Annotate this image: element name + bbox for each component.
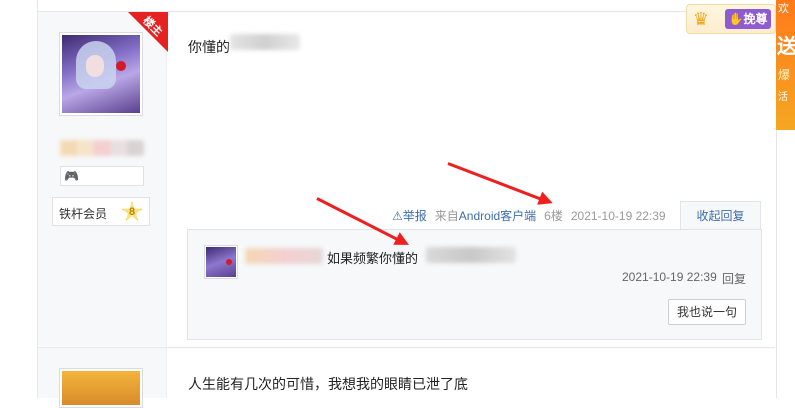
level-title: 铁杆会员 <box>59 207 108 221</box>
collapse-replies-button[interactable]: 收起回复 <box>680 201 761 230</box>
side-ad-banner[interactable]: 欢 送 爆 活 <box>776 0 795 130</box>
author-badge-box[interactable]: 🎮 <box>60 166 144 186</box>
post-content-2: 人生能有几次的可惜，我想我的眼睛已泄了底 <box>188 376 468 392</box>
source-client-link[interactable]: Android客户端 <box>459 209 536 223</box>
warning-icon: ⚠ <box>392 209 403 223</box>
vote-button[interactable]: ✋挽尊 <box>725 9 771 29</box>
sub-reply-text-blurred <box>426 247 516 263</box>
hand-icon: ✋ <box>728 12 744 26</box>
crown-icon: ♛ <box>692 9 710 29</box>
say-something-button[interactable]: 我也说一句 <box>668 299 746 325</box>
support-widget: ♛ ✋挽尊 <box>686 4 776 34</box>
post-source: 来自Android客户端 <box>434 209 537 223</box>
sub-reply-username-blurred[interactable] <box>245 248 323 264</box>
post-content-blurred <box>230 34 300 50</box>
author-name-blurred[interactable] <box>60 140 144 156</box>
member-level[interactable]: 铁杆会员 8 <box>52 197 150 226</box>
star-level-icon: 8 <box>121 201 143 222</box>
report-link[interactable]: ⚠举报 <box>392 209 427 223</box>
post-time: 2021-10-19 22:39 <box>570 209 666 223</box>
post-content: 你懂的 <box>188 39 230 55</box>
author-avatar-2[interactable] <box>59 368 143 408</box>
author-avatar[interactable] <box>59 32 143 116</box>
sub-reply-avatar[interactable] <box>204 245 238 279</box>
floor-number: 6楼 <box>544 209 563 223</box>
post-tail: ⚠举报 来自Android客户端 6楼 2021-10-19 22:39 <box>392 207 666 224</box>
sub-reply-time: 2021-10-19 22:39 <box>622 270 717 284</box>
sub-reply-reply-link[interactable]: 回复 <box>722 270 746 287</box>
game-badge-icon: 🎮 <box>64 169 79 183</box>
sub-reply-text: 如果频繁你懂的 <box>327 251 419 266</box>
